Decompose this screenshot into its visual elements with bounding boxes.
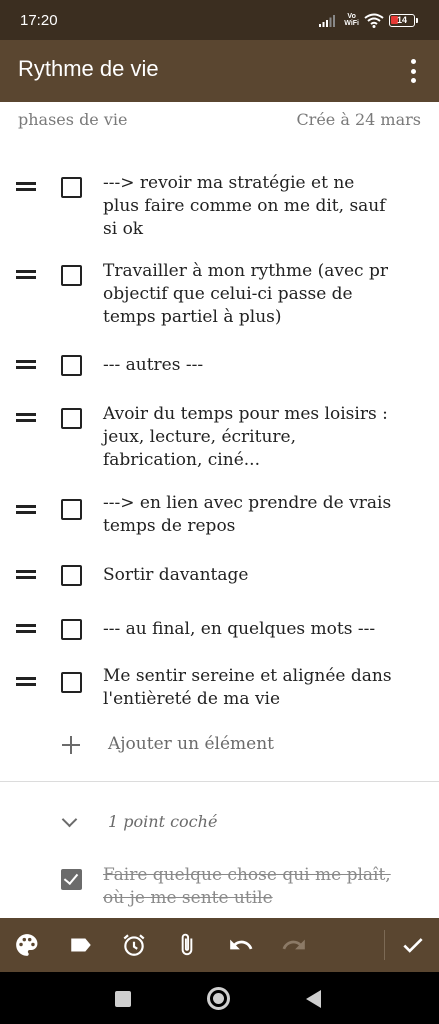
- checkbox-checked[interactable]: [61, 869, 82, 890]
- list-item-text[interactable]: ---> en lien avec prendre de vrais temps…: [103, 492, 393, 538]
- redo-icon[interactable]: [281, 932, 307, 958]
- drag-handle-icon[interactable]: [16, 504, 38, 515]
- checkbox[interactable]: [61, 408, 82, 429]
- status-time: 17:20: [20, 12, 58, 29]
- checked-item-text[interactable]: Faire quelque chose qui me plaît, où je …: [103, 864, 403, 910]
- checkbox[interactable]: [61, 619, 82, 640]
- home-icon[interactable]: [207, 987, 230, 1010]
- app-bar: Rythme de vie: [0, 40, 439, 102]
- note-label[interactable]: phases de vie: [18, 110, 127, 129]
- list-item-text[interactable]: Travailler à mon rythme (avec pr objecti…: [103, 260, 393, 329]
- checkbox[interactable]: [61, 265, 82, 286]
- note-title[interactable]: Rythme de vie: [18, 56, 159, 82]
- toolbar-divider: [384, 930, 385, 960]
- list-item-text[interactable]: ---> revoir ma stratégie et ne plus fair…: [103, 172, 393, 241]
- bottom-toolbar: [0, 918, 439, 972]
- system-nav-bar: [0, 972, 439, 1024]
- checkbox[interactable]: [61, 177, 82, 198]
- list-item-text[interactable]: --- au final, en quelques mots ---: [103, 618, 393, 641]
- checked-list-item[interactable]: Faire quelque chose qui me plaît, où je …: [0, 864, 439, 914]
- drag-handle-icon[interactable]: [16, 359, 38, 370]
- drag-handle-icon[interactable]: [16, 181, 38, 192]
- wifi-icon: [364, 13, 384, 28]
- list-item-text[interactable]: Sortir davantage: [103, 564, 393, 587]
- status-icons: Vo WiFi 14: [319, 11, 418, 29]
- add-icon[interactable]: [62, 735, 82, 755]
- attach-icon[interactable]: [174, 932, 200, 958]
- list-item-text[interactable]: Avoir du temps pour mes loisirs : jeux, …: [103, 403, 393, 472]
- signal-icon: [319, 15, 336, 27]
- drag-handle-icon[interactable]: [16, 269, 38, 280]
- back-icon[interactable]: [306, 990, 321, 1008]
- drag-handle-icon[interactable]: [16, 676, 38, 687]
- drag-handle-icon[interactable]: [16, 412, 38, 423]
- palette-icon[interactable]: [14, 932, 40, 958]
- vowifi-indicator: Vo WiFi: [344, 13, 359, 27]
- created-date: Crée à 24 mars: [296, 110, 421, 129]
- add-item-label[interactable]: Ajouter un élément: [108, 734, 274, 754]
- checkbox[interactable]: [61, 355, 82, 376]
- alarm-icon[interactable]: [121, 932, 147, 958]
- label-icon[interactable]: [68, 932, 94, 958]
- checkbox[interactable]: [61, 565, 82, 586]
- list-item-text[interactable]: Me sentir sereine et alignée dans l'enti…: [103, 665, 393, 711]
- divider: [0, 781, 439, 782]
- chevron-down-icon[interactable]: [61, 811, 78, 828]
- checkbox[interactable]: [61, 499, 82, 520]
- battery-icon: 14: [389, 13, 418, 27]
- recent-apps-icon[interactable]: [115, 991, 131, 1007]
- checked-count-label[interactable]: 1 point coché: [108, 812, 217, 831]
- battery-level: 14: [396, 15, 407, 25]
- undo-icon[interactable]: [228, 932, 254, 958]
- add-item-row[interactable]: Ajouter un élément: [0, 734, 439, 758]
- list-item-text[interactable]: --- autres ---: [103, 354, 393, 377]
- drag-handle-icon[interactable]: [16, 623, 38, 634]
- drag-handle-icon[interactable]: [16, 569, 38, 580]
- checked-items-toggle[interactable]: 1 point coché: [0, 810, 439, 834]
- checkbox[interactable]: [61, 672, 82, 693]
- more-vert-icon[interactable]: [401, 58, 425, 84]
- status-bar: 17:20 Vo WiFi 14: [0, 0, 439, 40]
- done-check-icon[interactable]: [400, 932, 426, 958]
